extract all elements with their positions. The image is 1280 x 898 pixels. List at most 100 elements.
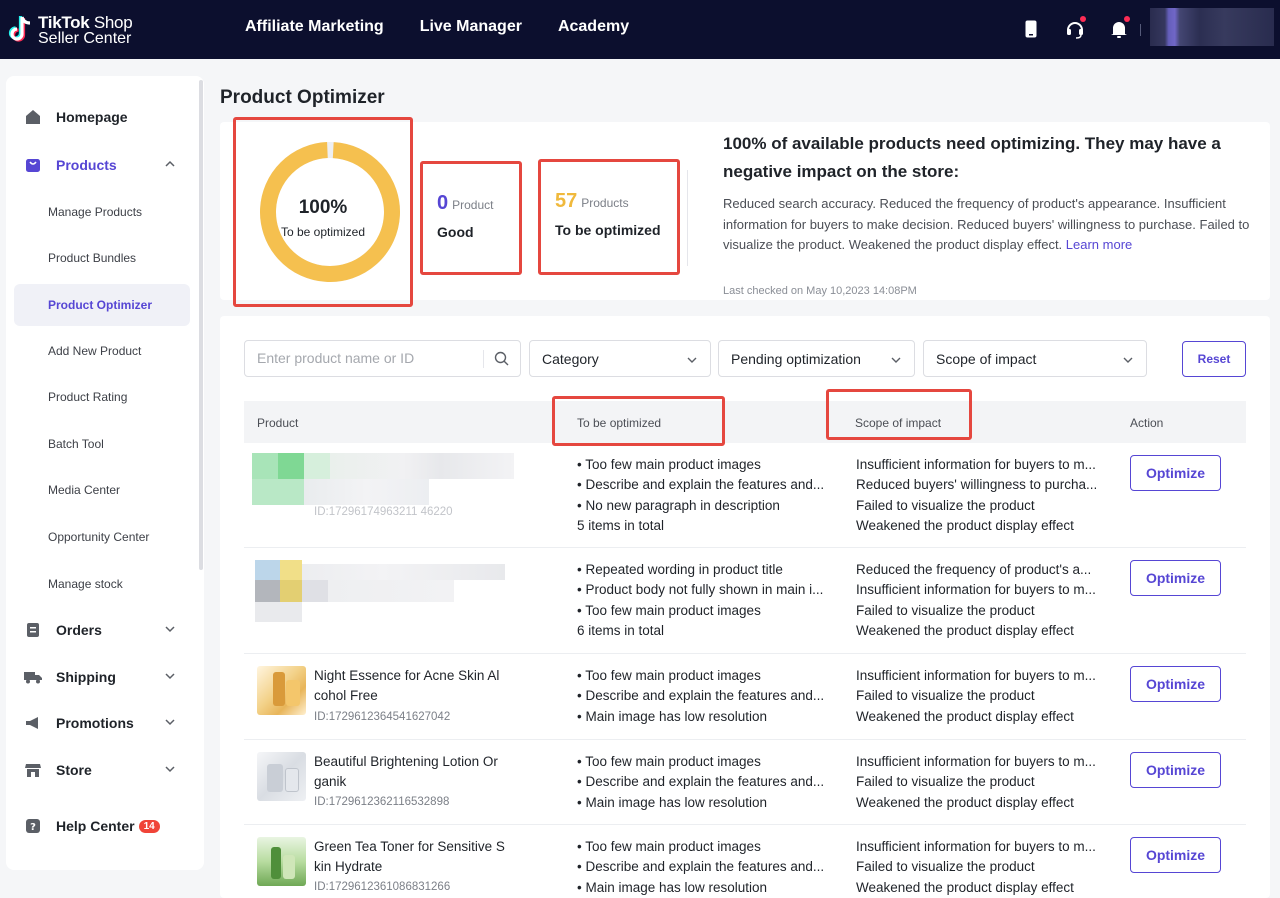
table-row: • Repeated wording in product title • Pr… — [244, 548, 1246, 654]
chevron-down-icon — [165, 719, 175, 726]
optimize-button[interactable]: Optimize — [1130, 752, 1221, 788]
divider — [687, 170, 688, 266]
product-id: ID:1729612364541627042 — [314, 711, 451, 723]
top-icons — [1018, 16, 1132, 42]
annotation-box — [826, 389, 972, 440]
truck-icon — [24, 668, 42, 686]
impact-list: Insufficient information for buyers to m… — [856, 668, 1096, 724]
search-icon[interactable] — [494, 351, 509, 366]
chevron-down-icon — [165, 766, 175, 773]
issue-list: • Too few main product images • Describe… — [577, 457, 825, 533]
sidebar-sub-manage-products[interactable]: Manage Products — [14, 191, 190, 233]
chevron-up-icon — [165, 160, 175, 167]
shopping-bag-icon — [24, 156, 42, 174]
optimize-button[interactable]: Optimize — [1130, 560, 1221, 596]
issue-list: • Too few main product images • Describe… — [577, 668, 825, 724]
chevron-down-icon — [165, 673, 175, 680]
issue-list: • Too few main product images • Describe… — [577, 754, 825, 810]
to-optimize-label: To be optimized — [555, 222, 661, 238]
sidebar-item-orders[interactable]: Orders — [14, 609, 190, 651]
product-thumbnail — [257, 752, 306, 801]
sidebar-sub-product-bundles[interactable]: Product Bundles — [14, 237, 190, 279]
sidebar-sub-media-center[interactable]: Media Center — [14, 469, 190, 511]
table-row: Green Tea Toner for Sensitive S kin Hydr… — [244, 825, 1246, 898]
help-badge: 14 — [138, 819, 160, 833]
optimize-button[interactable]: Optimize — [1130, 455, 1221, 491]
product-id: ID:17296174963211 46220 — [314, 506, 453, 518]
blurred-product-info: ID:17296174963211 46220 — [252, 451, 514, 518]
divider — [1140, 24, 1141, 36]
to-optimize-card[interactable]: 57 Products To be optimized — [538, 159, 680, 275]
sidebar-item-shipping[interactable]: Shipping — [14, 656, 190, 698]
sidebar: Homepage Products Manage Products Produc… — [6, 76, 204, 870]
orders-icon — [24, 621, 42, 639]
sidebar-item-help-center[interactable]: ? Help Center 14 — [14, 805, 190, 847]
headset-icon[interactable] — [1062, 16, 1088, 42]
impact-list: Insufficient information for buyers to m… — [856, 839, 1096, 895]
impact-list: Insufficient information for buyers to m… — [856, 457, 1098, 533]
table-header: Product To be optimized Scope of impact … — [244, 401, 1246, 443]
sidebar-item-products[interactable]: Products — [14, 144, 190, 186]
optimize-button[interactable]: Optimize — [1130, 837, 1221, 873]
product-name[interactable]: Green Tea Toner for Sensitive S kin Hydr… — [314, 837, 514, 878]
page-title: Product Optimizer — [220, 87, 385, 108]
nav-live-manager[interactable]: Live Manager — [420, 18, 522, 36]
sidebar-item-promotions[interactable]: Promotions — [14, 702, 190, 744]
sidebar-item-homepage[interactable]: Homepage — [14, 96, 190, 138]
nav-academy[interactable]: Academy — [558, 18, 629, 36]
to-optimize-count: 57 Products — [555, 190, 629, 212]
optimize-button[interactable]: Optimize — [1130, 666, 1221, 702]
product-name[interactable]: Night Essence for Acne Skin Al cohol Fre… — [314, 666, 514, 707]
store-icon — [24, 761, 42, 779]
warning-body: Reduced search accuracy. Reduced the fre… — [723, 196, 1250, 252]
svg-text:?: ? — [30, 822, 36, 833]
sidebar-sub-manage-stock[interactable]: Manage stock — [14, 563, 190, 605]
sidebar-scrollbar[interactable] — [199, 80, 203, 570]
scope-select[interactable]: Scope of impact — [923, 340, 1147, 377]
notification-dot — [1124, 16, 1130, 22]
top-bar: TikTok Shop Seller Center Affiliate Mark… — [0, 0, 1280, 59]
category-select[interactable]: Category — [529, 340, 711, 377]
sidebar-sub-product-optimizer[interactable]: Product Optimizer — [14, 284, 190, 326]
divider — [483, 350, 484, 368]
logo-subtext: Seller Center — [38, 30, 132, 47]
impact-list: Reduced the frequency of product's a... … — [856, 562, 1096, 638]
sidebar-item-store[interactable]: Store — [14, 749, 190, 791]
sidebar-sub-batch-tool[interactable]: Batch Tool — [14, 423, 190, 465]
status-select[interactable]: Pending optimization — [718, 340, 915, 377]
product-thumbnail — [257, 666, 306, 715]
search-input[interactable] — [257, 350, 477, 366]
blurred-product-info — [255, 560, 505, 622]
donut-label: To be optimized — [280, 225, 366, 239]
tiktok-logo-icon — [8, 16, 31, 42]
annotation-box — [552, 396, 725, 446]
sidebar-sub-opportunity-center[interactable]: Opportunity Center — [14, 516, 190, 558]
sidebar-sub-add-new-product[interactable]: Add New Product — [14, 330, 190, 372]
donut-chart-card: 100% To be optimized — [233, 117, 413, 307]
product-id: ID:1729612361086831266 — [314, 881, 451, 893]
good-products-card[interactable]: 0 Product Good — [420, 161, 522, 275]
donut-percentage: 100% — [298, 197, 348, 218]
megaphone-icon — [24, 714, 42, 732]
product-name[interactable]: Beautiful Brightening Lotion Or ganik — [314, 752, 514, 793]
issue-list: • Too few main product images • Describe… — [577, 839, 825, 895]
nav-affiliate-marketing[interactable]: Affiliate Marketing — [245, 18, 384, 36]
notification-dot — [1080, 16, 1086, 22]
bell-icon[interactable] — [1106, 16, 1132, 42]
table-row: ID:17296174963211 46220 • Too few main p… — [244, 443, 1246, 548]
reset-button[interactable]: Reset — [1182, 341, 1246, 377]
warning-title: 100% of available products need optimizi… — [723, 134, 1221, 181]
account-avatar-blurred[interactable] — [1150, 8, 1274, 46]
tiktok-shop-logo[interactable]: TikTok Shop Seller Center — [6, 12, 146, 48]
issue-list: • Repeated wording in product title • Pr… — [577, 562, 824, 638]
top-nav: Affiliate Marketing Live Manager Academy — [245, 18, 629, 36]
mobile-icon[interactable] — [1018, 16, 1044, 42]
learn-more-link[interactable]: Learn more — [1066, 237, 1132, 252]
col-product: Product — [257, 416, 299, 430]
sidebar-sub-product-rating[interactable]: Product Rating — [14, 376, 190, 418]
chevron-down-icon — [1123, 357, 1133, 363]
col-action: Action — [1130, 416, 1164, 430]
chevron-down-icon — [891, 357, 901, 363]
chevron-down-icon — [687, 357, 697, 363]
chevron-down-icon — [165, 626, 175, 633]
